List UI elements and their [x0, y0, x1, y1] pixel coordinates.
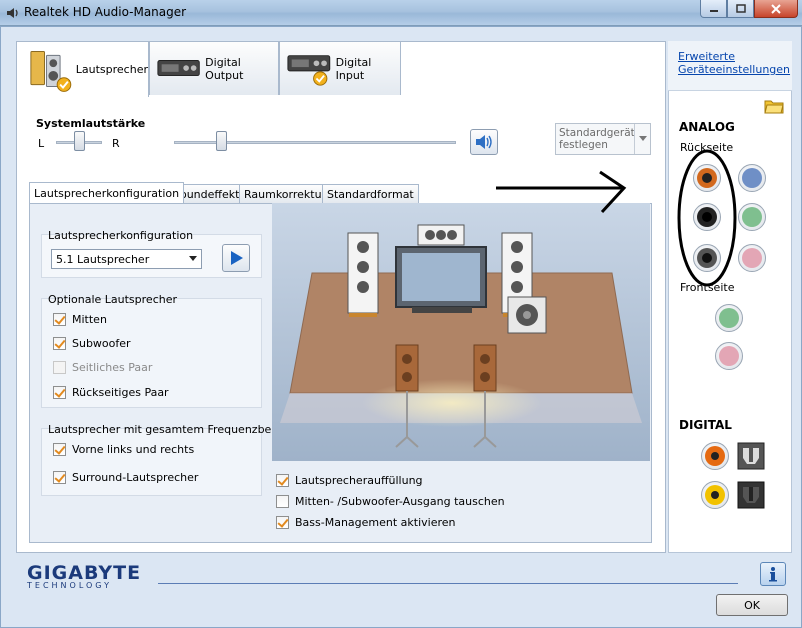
checkbox-rueckseitiges-paar[interactable]: Rückseitiges Paar	[53, 386, 169, 399]
chevron-down-icon	[189, 256, 197, 261]
speaker-config-value: 5.1 Lautsprecher	[56, 253, 150, 266]
maximize-button[interactable]	[727, 0, 754, 18]
checkbox-swap-center-sub[interactable]: Mitten- /Subwoofer-Ausgang tauschen	[276, 495, 505, 508]
center-speaker-icon	[417, 224, 465, 246]
dropdown-arrow	[634, 124, 650, 154]
digital-output-icon	[157, 59, 200, 76]
checkbox-surround[interactable]: Surround-Lautsprecher	[53, 471, 198, 484]
volume-slider-thumb[interactable]	[216, 131, 228, 151]
optical-port-icon[interactable]	[737, 442, 765, 470]
connector-panel	[668, 41, 792, 553]
play-icon	[231, 251, 243, 265]
title-bar: Realtek HD Audio-Manager	[0, 0, 802, 26]
analog-heading: ANALOG	[679, 120, 735, 134]
speakers-icon	[30, 50, 72, 92]
checkbox-box[interactable]	[53, 471, 66, 484]
checkbox-subwoofer[interactable]: Subwoofer	[53, 337, 131, 350]
tab-lautsprecherkonfiguration[interactable]: Lautsprecherkonfiguration	[29, 182, 185, 203]
minimize-button[interactable]	[700, 0, 727, 18]
balance-left-label: L	[38, 137, 45, 150]
mute-button[interactable]	[470, 129, 498, 155]
tab-label: Digital Output	[205, 55, 244, 82]
chevron-down-icon	[638, 136, 647, 141]
checkbox-box[interactable]	[53, 386, 66, 399]
default-device-label: Standardgerät festlegen	[559, 127, 635, 151]
speaker-room-view	[272, 203, 650, 461]
jack-rear-pink[interactable]	[738, 244, 766, 272]
checkbox-mitten[interactable]: Mitten	[53, 313, 107, 326]
gigabyte-logo: GIGABYTE TECHNOLOGY	[27, 562, 142, 590]
checkbox-box[interactable]	[276, 474, 289, 487]
folder-icon[interactable]	[764, 97, 784, 115]
close-icon	[771, 3, 781, 14]
info-button[interactable]	[760, 562, 786, 586]
optional-speakers-title: Optionale Lautsprecher	[48, 293, 177, 306]
window-controls	[700, 0, 798, 18]
ok-button[interactable]: OK	[716, 594, 788, 616]
subwoofer-icon	[507, 296, 547, 334]
checkbox-box[interactable]	[53, 313, 66, 326]
checkbox-bass-management[interactable]: Bass-Management aktivieren	[276, 516, 456, 529]
tab-label: Lautsprecher	[75, 63, 148, 76]
front-label: Frontseite	[680, 281, 735, 294]
fullrange-title: Lautsprecher mit gesamtem Frequenzbereic…	[48, 423, 299, 436]
info-icon	[769, 567, 777, 582]
digital-input-icon	[287, 54, 331, 86]
tab-standardformat[interactable]: Standardformat	[322, 184, 419, 203]
speaker-icon	[7, 8, 18, 18]
tab-digital-output[interactable]: Digital Output	[149, 41, 279, 95]
jack-front-pink[interactable]	[715, 342, 743, 370]
speaker-volume-icon	[476, 135, 492, 149]
window-title: Realtek HD Audio-Manager	[24, 5, 187, 19]
checkbox-seitliches-paar: Seitliches Paar	[53, 361, 152, 374]
front-left-speaker-icon	[347, 232, 379, 317]
default-device-dropdown[interactable]: Standardgerät festlegen	[555, 123, 651, 155]
jack-digital-coax-yellow[interactable]	[701, 481, 729, 509]
config-group-title: Lautsprecherkonfiguration	[48, 229, 194, 242]
tab-raumkorrektur[interactable]: Raumkorrektur	[239, 184, 332, 203]
checkbox-box[interactable]	[53, 337, 66, 350]
speaker-config-select[interactable]: 5.1 Lautsprecher	[51, 249, 202, 269]
tv-icon	[395, 246, 487, 313]
checkbox-lautsprecherauffuellung[interactable]: Lautsprecherauffüllung	[276, 474, 423, 487]
jack-front-green[interactable]	[715, 304, 743, 332]
checkbox-box	[53, 361, 66, 374]
tab-lautsprecher[interactable]: Lautsprecher	[16, 41, 149, 97]
footer-divider	[158, 583, 738, 584]
volume-label: Systemlautstärke	[36, 117, 146, 130]
balance-slider-thumb[interactable]	[73, 131, 85, 151]
checkbox-vorne[interactable]: Vorne links und rechts	[53, 443, 194, 456]
jack-rear-blue[interactable]	[738, 164, 766, 192]
digital-heading: DIGITAL	[679, 418, 732, 432]
jack-digital-coax-orange[interactable]	[701, 442, 729, 470]
annotation-ellipse	[677, 149, 737, 287]
maximize-icon	[735, 4, 746, 13]
close-button[interactable]	[754, 0, 798, 18]
tab-digital-input[interactable]: Digital Input	[279, 41, 401, 95]
advanced-settings-link[interactable]: Erweiterte Geräteeinstellungen	[678, 50, 790, 76]
jack-rear-green[interactable]	[738, 203, 766, 231]
select-arrow	[185, 250, 201, 268]
checkbox-box[interactable]	[276, 516, 289, 529]
play-test-button[interactable]	[222, 244, 250, 272]
tab-label: Digital Input	[335, 55, 372, 82]
checkbox-box[interactable]	[276, 495, 289, 508]
annotation-arrow	[496, 170, 627, 214]
minimize-icon	[709, 9, 718, 12]
checkbox-box[interactable]	[53, 443, 66, 456]
fullrange-group	[41, 428, 262, 496]
optical-in-port-icon[interactable]	[737, 481, 765, 509]
balance-right-label: R	[112, 137, 120, 150]
